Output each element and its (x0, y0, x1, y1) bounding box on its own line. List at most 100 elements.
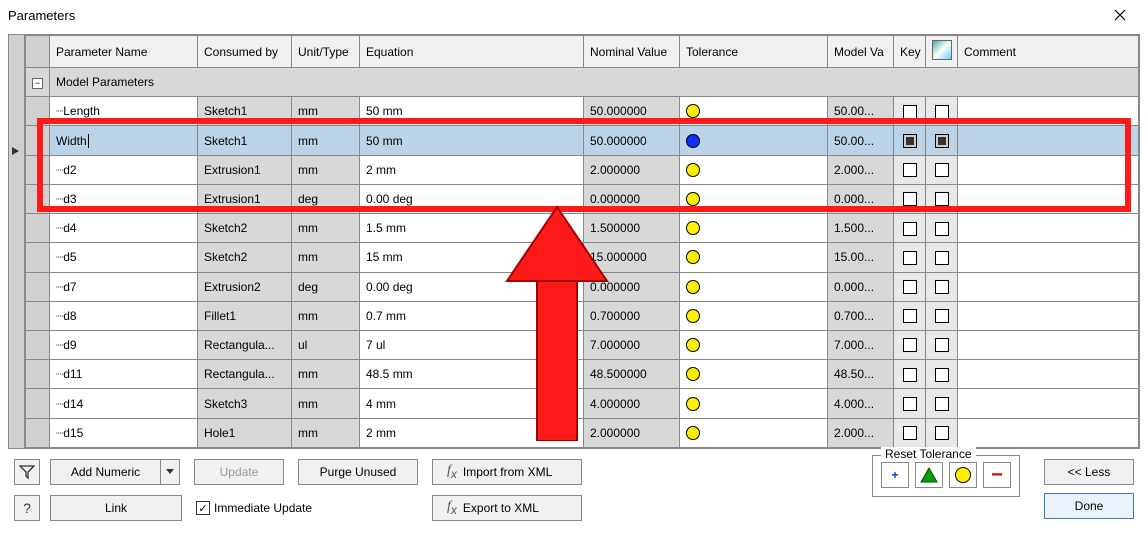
cell-comment[interactable] (958, 389, 1139, 418)
table-row[interactable]: Width Sketch1 mm 50 mm 50.000000 50.00..… (26, 126, 1139, 155)
cell-equation[interactable]: 1.5 mm (360, 214, 584, 243)
cell-tolerance[interactable] (680, 243, 828, 272)
cell-comment[interactable] (958, 214, 1139, 243)
col-equation[interactable]: Equation (360, 36, 584, 68)
cell-equation[interactable]: 0.00 deg (360, 272, 584, 301)
cell-tolerance[interactable] (680, 126, 828, 155)
done-button[interactable]: Done (1044, 493, 1134, 519)
help-button[interactable]: ? (14, 495, 40, 521)
table-row[interactable]: ┈Length Sketch1 mm 50 mm 50.000000 50.00… (26, 97, 1139, 126)
cell-name[interactable]: ┈d14 (50, 389, 198, 418)
cell-name[interactable]: Width (50, 126, 198, 155)
cell-equation[interactable]: 7 ul (360, 330, 584, 359)
table-row[interactable]: ┈d11 Rectangula... mm 48.5 mm 48.500000 … (26, 360, 1139, 389)
cell-key-checkbox[interactable] (894, 360, 926, 389)
tolerance-plus-button[interactable]: + (881, 462, 909, 488)
cell-name[interactable]: ┈d9 (50, 330, 198, 359)
cell-name[interactable]: ┈d4 (50, 214, 198, 243)
cell-equation[interactable]: 0.00 deg (360, 184, 584, 213)
col-model-value[interactable]: Model Va (828, 36, 894, 68)
cell-name[interactable]: ┈d15 (50, 418, 198, 447)
cell-key-checkbox[interactable] (894, 272, 926, 301)
cell-export-checkbox[interactable] (926, 214, 958, 243)
cell-key-checkbox[interactable] (894, 301, 926, 330)
cell-comment[interactable] (958, 360, 1139, 389)
tolerance-triangle-button[interactable] (915, 462, 943, 488)
purge-unused-button[interactable]: Purge Unused (298, 459, 418, 485)
add-numeric-dropdown[interactable] (160, 459, 180, 485)
cell-export-checkbox[interactable] (926, 97, 958, 126)
cell-equation[interactable]: 48.5 mm (360, 360, 584, 389)
cell-key-checkbox[interactable] (894, 184, 926, 213)
table-row[interactable]: ┈d2 Extrusion1 mm 2 mm 2.000000 2.000... (26, 155, 1139, 184)
cell-tolerance[interactable] (680, 389, 828, 418)
cell-tolerance[interactable] (680, 301, 828, 330)
filter-button[interactable] (14, 459, 40, 485)
immediate-update-checkbox[interactable]: ✓ Immediate Update (196, 501, 312, 515)
cell-export-checkbox[interactable] (926, 360, 958, 389)
update-button[interactable]: Update (194, 459, 284, 485)
add-numeric-button[interactable]: Add Numeric (50, 459, 180, 485)
cell-name[interactable]: ┈d7 (50, 272, 198, 301)
cell-name[interactable]: ┈d2 (50, 155, 198, 184)
cell-tolerance[interactable] (680, 184, 828, 213)
cell-tolerance[interactable] (680, 360, 828, 389)
col-nominal-value[interactable]: Nominal Value (584, 36, 680, 68)
cell-equation[interactable]: 2 mm (360, 418, 584, 447)
cell-export-checkbox[interactable] (926, 126, 958, 155)
cell-export-checkbox[interactable] (926, 389, 958, 418)
cell-comment[interactable] (958, 184, 1139, 213)
table-row[interactable]: ┈d4 Sketch2 mm 1.5 mm 1.500000 1.500... (26, 214, 1139, 243)
cell-export-checkbox[interactable] (926, 272, 958, 301)
col-comment[interactable]: Comment (958, 36, 1139, 68)
cell-key-checkbox[interactable] (894, 330, 926, 359)
cell-key-checkbox[interactable] (894, 97, 926, 126)
col-tolerance[interactable]: Tolerance (680, 36, 828, 68)
cell-key-checkbox[interactable] (894, 155, 926, 184)
cell-equation[interactable]: 4 mm (360, 389, 584, 418)
cell-export-checkbox[interactable] (926, 155, 958, 184)
cell-key-checkbox[interactable] (894, 243, 926, 272)
cell-equation[interactable]: 15 mm (360, 243, 584, 272)
tolerance-minus-button[interactable]: − (983, 462, 1011, 488)
cell-equation[interactable]: 2 mm (360, 155, 584, 184)
cell-tolerance[interactable] (680, 330, 828, 359)
col-export[interactable] (926, 36, 958, 68)
cell-comment[interactable] (958, 418, 1139, 447)
cell-name[interactable]: ┈d11 (50, 360, 198, 389)
export-xml-button[interactable]: fxExport to XML (432, 495, 582, 521)
cell-tolerance[interactable] (680, 97, 828, 126)
col-consumed-by[interactable]: Consumed by (198, 36, 292, 68)
import-xml-button[interactable]: fxImport from XML (432, 459, 582, 485)
cell-comment[interactable] (958, 330, 1139, 359)
cell-equation[interactable]: 0.7 mm (360, 301, 584, 330)
cell-export-checkbox[interactable] (926, 184, 958, 213)
table-row[interactable]: ┈d9 Rectangula... ul 7 ul 7.000000 7.000… (26, 330, 1139, 359)
cell-comment[interactable] (958, 126, 1139, 155)
cell-tolerance[interactable] (680, 418, 828, 447)
col-parameter-name[interactable]: Parameter Name (50, 36, 198, 68)
table-row[interactable]: ┈d3 Extrusion1 deg 0.00 deg 0.000000 0.0… (26, 184, 1139, 213)
collapse-icon[interactable]: − (32, 78, 43, 89)
cell-comment[interactable] (958, 301, 1139, 330)
cell-tolerance[interactable] (680, 272, 828, 301)
cell-name[interactable]: ┈d3 (50, 184, 198, 213)
cell-key-checkbox[interactable] (894, 418, 926, 447)
table-row[interactable]: ┈d15 Hole1 mm 2 mm 2.000000 2.000... (26, 418, 1139, 447)
cell-equation[interactable]: 50 mm (360, 126, 584, 155)
cell-export-checkbox[interactable] (926, 418, 958, 447)
parameters-grid[interactable]: Parameter Name Consumed by Unit/Type Equ… (8, 34, 1140, 449)
less-button[interactable]: << Less (1044, 459, 1134, 485)
table-row[interactable]: ┈d7 Extrusion2 deg 0.00 deg 0.000000 0.0… (26, 272, 1139, 301)
cell-name[interactable]: ┈d5 (50, 243, 198, 272)
cell-export-checkbox[interactable] (926, 301, 958, 330)
link-button[interactable]: Link (50, 495, 182, 521)
cell-key-checkbox[interactable] (894, 126, 926, 155)
cell-name[interactable]: ┈d8 (50, 301, 198, 330)
cell-tolerance[interactable] (680, 155, 828, 184)
cell-name[interactable]: ┈Length (50, 97, 198, 126)
cell-comment[interactable] (958, 243, 1139, 272)
table-row[interactable]: ┈d14 Sketch3 mm 4 mm 4.000000 4.000... (26, 389, 1139, 418)
cell-key-checkbox[interactable] (894, 389, 926, 418)
cell-export-checkbox[interactable] (926, 243, 958, 272)
